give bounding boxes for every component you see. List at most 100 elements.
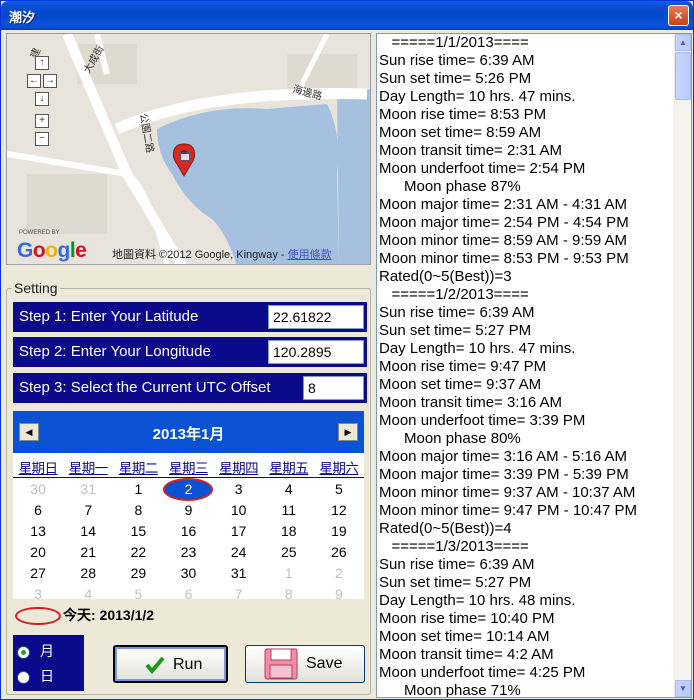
calendar-day[interactable]: 30 — [13, 479, 63, 500]
calendar-day-number: 9 — [335, 586, 343, 602]
calendar-day[interactable]: 2 — [314, 563, 364, 584]
calendar-day[interactable]: 15 — [113, 521, 163, 542]
month-calendar[interactable]: ◀ 2013年1月 ▶ 星期日 星期一 星期二 星期三 星期四 星期五 星期六 30 31 1 2… — [13, 411, 364, 602]
calendar-day[interactable]: 16 — [163, 521, 213, 542]
radio-day-dot-icon[interactable] — [17, 670, 30, 684]
today-indicator[interactable]: 今天: 2013/1/2 — [15, 605, 155, 626]
result-line: Moon underfoot time= 4:25 PM — [379, 664, 586, 681]
calendar-day[interactable]: 8 — [264, 584, 314, 605]
scroll-thumb[interactable] — [675, 52, 691, 100]
result-line: Rated(0~5(Best))=4 — [379, 520, 512, 537]
calendar-day[interactable]: 31 — [214, 563, 264, 584]
scroll-down-icon[interactable]: ▼ — [675, 680, 691, 697]
calendar-day[interactable]: 23 — [163, 542, 213, 563]
calendar-day[interactable]: 24 — [214, 542, 264, 563]
calendar-day-number: 15 — [130, 523, 147, 539]
calendar-day[interactable]: 22 — [113, 542, 163, 563]
pan-up-icon[interactable]: ↑ — [35, 56, 49, 70]
calendar-day[interactable]: 27 — [13, 563, 63, 584]
results-lines: =====1/1/2013==== Sun rise time= 6:39 AM S… — [379, 34, 675, 697]
radio-day[interactable]: 日 — [17, 666, 54, 686]
results-textbox[interactable]: =====1/1/2013==== Sun rise time= 6:39 AM S… — [376, 33, 692, 698]
map-view[interactable]: 大成街 公園二路 海邊路 建 ↑ ← → ↓ + − POWERED BY Go… — [6, 33, 371, 265]
calendar-day[interactable]: 5 — [113, 584, 163, 605]
run-button[interactable]: Run — [113, 645, 228, 683]
result-line: Moon transit time= 3:16 AM — [379, 394, 563, 411]
zoom-in-icon[interactable]: + — [35, 114, 49, 128]
calendar-day[interactable]: 31 — [63, 479, 113, 500]
calendar-day-number: 4 — [284, 481, 293, 497]
calendar-day[interactable]: 17 — [214, 521, 264, 542]
calendar-day[interactable]: 9 — [314, 584, 364, 605]
calendar-day[interactable]: 4 — [264, 479, 314, 500]
calendar-day[interactable]: 13 — [13, 521, 63, 542]
calendar-day[interactable]: 25 — [264, 542, 314, 563]
pan-down-icon[interactable]: ↓ — [35, 92, 49, 106]
calendar-day-number: 11 — [281, 502, 297, 518]
calendar-day[interactable]: 3 — [13, 584, 63, 605]
calendar-day[interactable]: 26 — [314, 542, 364, 563]
calendar-day[interactable]: 6 — [13, 500, 63, 521]
calendar-day[interactable]: 6 — [163, 584, 213, 605]
step-utc-label: Step 3: Select the Current UTC Offset — [19, 379, 271, 396]
result-line: Day Length= 10 hrs. 47 mins. — [379, 88, 576, 105]
calendar-week-row: 3 4 5 6 7 8 9 — [13, 584, 364, 605]
calendar-day[interactable]: 19 — [314, 521, 364, 542]
close-button[interactable]: × — [668, 5, 689, 26]
radio-month[interactable]: 月 — [17, 641, 54, 661]
radio-month-label: 月 — [40, 643, 54, 659]
calendar-day[interactable]: 30 — [163, 563, 213, 584]
radio-month-dot-icon[interactable] — [17, 645, 30, 659]
terms-link[interactable]: 使用條款 — [288, 249, 332, 261]
calendar-day-number: 12 — [331, 502, 347, 518]
calendar-day[interactable]: 1 — [264, 563, 314, 584]
calendar-day[interactable]: 12 — [314, 500, 364, 521]
calendar-day[interactable]: 29 — [113, 563, 163, 584]
calendar-day[interactable]: 11 — [264, 500, 314, 521]
weekday-label: 星期三 — [168, 461, 209, 476]
zoom-out-icon[interactable]: − — [35, 132, 49, 146]
result-line: Moon major time= 3:39 PM - 5:39 PM — [379, 466, 629, 483]
calendar-day-number: 3 — [234, 481, 243, 497]
calendar-day-number: 7 — [84, 502, 93, 518]
calendar-day[interactable]: 10 — [214, 500, 264, 521]
calendar-day[interactable]: 8 — [113, 500, 163, 521]
google-logo[interactable]: Google — [17, 239, 87, 263]
title-bar[interactable]: 潮汐 × — [1, 1, 693, 30]
next-month-icon[interactable]: ▶ — [338, 423, 358, 441]
vertical-scrollbar[interactable]: ▲ ▼ — [674, 34, 691, 697]
calendar-week-row: 13 14 15 16 17 18 19 — [13, 521, 364, 542]
calendar-day[interactable]: 3 — [214, 479, 264, 500]
result-line: Moon phase 80% — [379, 430, 521, 447]
calendar-day-number: 20 — [30, 544, 46, 560]
calendar-day[interactable]: 14 — [63, 521, 113, 542]
calendar-day-number: 2 — [165, 480, 212, 499]
result-line: Sun set time= 5:27 PM — [379, 574, 532, 591]
calendar-day[interactable]: 7 — [63, 500, 113, 521]
result-line: Sun set time= 5:26 PM — [379, 70, 532, 87]
calendar-day[interactable]: 1 — [113, 479, 163, 500]
longitude-input[interactable]: 120.2895 — [268, 340, 364, 364]
today-text: 今天: 2013/1/2 — [63, 607, 155, 623]
calendar-day-selected[interactable]: 2 — [163, 479, 213, 500]
result-line: Day Length= 10 hrs. 48 mins. — [379, 592, 576, 609]
calendar-day[interactable]: 5 — [314, 479, 364, 500]
pan-right-icon[interactable]: → — [43, 74, 57, 88]
calendar-day[interactable]: 20 — [13, 542, 63, 563]
save-button[interactable]: Save — [245, 645, 365, 683]
result-line: =====1/2/2013==== — [379, 286, 529, 303]
calendar-day[interactable]: 18 — [264, 521, 314, 542]
utc-offset-input[interactable]: 8 — [303, 376, 364, 400]
calendar-day[interactable]: 21 — [63, 542, 113, 563]
calendar-day[interactable]: 9 — [163, 500, 213, 521]
calendar-day[interactable]: 7 — [214, 584, 264, 605]
calendar-day[interactable]: 28 — [63, 563, 113, 584]
calendar-week-row: 6 7 8 9 10 11 12 — [13, 500, 364, 521]
scroll-up-icon[interactable]: ▲ — [675, 34, 691, 51]
latitude-input[interactable]: 22.61822 — [268, 305, 364, 329]
result-line: Sun rise time= 6:39 AM — [379, 304, 535, 321]
calendar-day[interactable]: 4 — [63, 584, 113, 605]
pan-left-icon[interactable]: ← — [27, 74, 41, 88]
calendar-week-row: 27 28 29 30 31 1 2 — [13, 563, 364, 584]
mode-radio-group: 月 日 — [13, 635, 84, 691]
